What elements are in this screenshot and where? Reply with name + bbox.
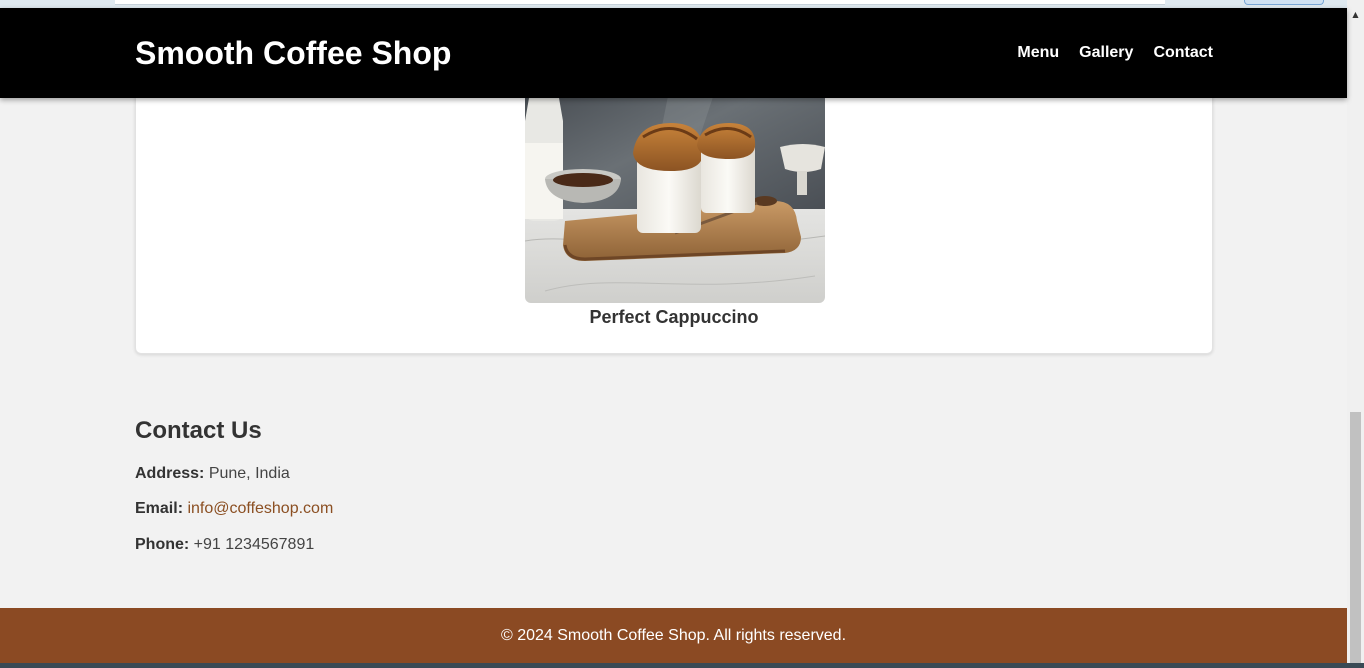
email-label: Email: xyxy=(135,500,184,517)
page-scrollbar[interactable]: ▲ xyxy=(1347,0,1364,668)
site-header: Smooth Coffee Shop Menu Gallery Contact xyxy=(0,8,1347,98)
nav-link-menu[interactable]: Menu xyxy=(1017,44,1059,62)
site-title: Smooth Coffee Shop xyxy=(135,35,452,71)
nav-link-gallery[interactable]: Gallery xyxy=(1079,44,1133,62)
scroll-up-arrow-icon[interactable]: ▲ xyxy=(1347,8,1364,22)
contact-email: Email: info@coffeshop.com xyxy=(135,500,333,518)
gallery-card: Perfect Cappuccino xyxy=(135,60,1213,354)
contact-address: Address: Pune, India xyxy=(135,465,290,483)
contact-heading: Contact Us xyxy=(135,417,262,444)
main-nav: Menu Gallery Contact xyxy=(1017,44,1213,62)
os-taskbar-edge xyxy=(0,663,1364,668)
footer-copyright: © 2024 Smooth Coffee Shop. All rights re… xyxy=(500,627,847,644)
gallery-caption: Perfect Cappuccino xyxy=(589,307,759,327)
contact-phone: Phone: +91 1234567891 xyxy=(135,536,314,554)
contact-section: Contact Us Address: Pune, India Email: i… xyxy=(135,417,333,553)
browser-address-bar-edge xyxy=(115,0,1165,5)
phone-label: Phone: xyxy=(135,536,190,553)
browser-button-edge xyxy=(1244,0,1324,5)
phone-value: +91 1234567891 xyxy=(193,536,315,553)
scroll-thumb[interactable] xyxy=(1350,412,1361,668)
email-link[interactable]: info@coffeshop.com xyxy=(187,500,333,517)
site-footer: © 2024 Smooth Coffee Shop. All rights re… xyxy=(0,608,1347,663)
nav-link-contact[interactable]: Contact xyxy=(1153,44,1213,62)
address-value: Pune, India xyxy=(208,465,290,482)
address-label: Address: xyxy=(135,465,205,482)
browser-top-strip xyxy=(0,0,1364,8)
